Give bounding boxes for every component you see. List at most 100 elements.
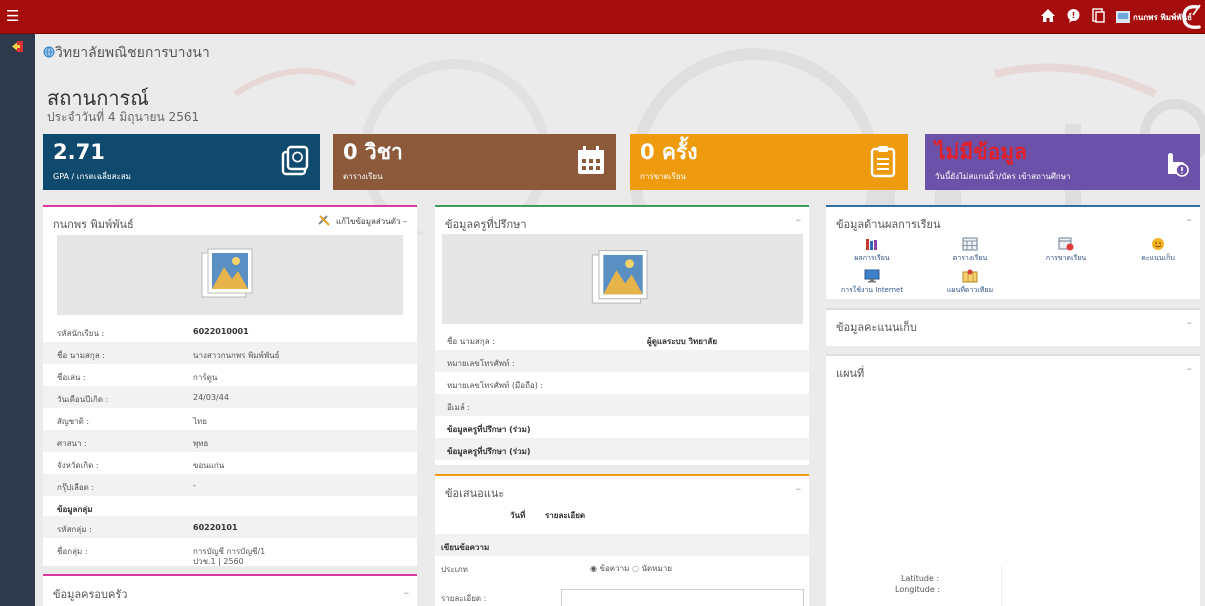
grades-shortcut[interactable]: ผลการเรียน <box>837 237 907 264</box>
study-collapse-button[interactable]: – <box>1187 213 1193 226</box>
student-info-value: 24/03/44 <box>193 393 229 402</box>
timetable-shortcut[interactable]: ตารางเรียน <box>935 237 1005 264</box>
scan-status: ไม่มีข้อมูล <box>935 140 1027 164</box>
absence-label: การขาดเรียน <box>640 172 686 181</box>
student-panel-title: กนกพร พิมพ์พันธ์ <box>53 218 134 231</box>
radio-message-label: ข้อความ <box>599 564 630 573</box>
map-shortcut-label: แผนที่ดาวเทียม <box>946 286 994 294</box>
map-collapse-button[interactable]: – <box>1187 362 1193 375</box>
student-info-value: การ์ตูน <box>193 373 218 382</box>
subject-count: 0 วิชา <box>343 140 403 164</box>
suggestion-panel-title: ข้อเสนอแนะ <box>445 487 505 500</box>
student-photo-area <box>57 235 403 315</box>
student-info-row: กรุ๊ปเลือด : - <box>43 474 417 496</box>
internet-shortcut-label: การใช้งาน Internet <box>840 286 904 294</box>
top-navbar: ☰ ! กนกพร พิมพ์พันธ์ <box>0 0 1205 34</box>
advisor-info-key: อีเมล์ : <box>447 403 470 412</box>
student-info-key: ชื่อเล่น : <box>57 373 86 382</box>
edit-profile-label: แก้ไขข้อมูลส่วนตัว <box>335 217 401 226</box>
column-date: วันที่ <box>510 511 526 520</box>
monitor-icon <box>864 269 880 283</box>
study-panel: ข้อมูลด้านผลการเรียน – ผลการเรียน ตารางเ… <box>826 205 1200 299</box>
absence-calendar-icon <box>1058 237 1074 251</box>
group-info-key: รหัสกลุ่ม : <box>57 525 92 534</box>
advisor-info-key: หมายเลขโทรศัพท์ (มือถือ) : <box>447 381 544 390</box>
scores-panel: ข้อมูลคะแนนเก็บ – <box>826 308 1200 346</box>
student-info-key: รหัสนักเรียน : <box>57 329 105 338</box>
sidebar-toggle-icon[interactable] <box>11 40 24 53</box>
gpa-label: GPA / เกรดเฉลี่ยสะสม <box>53 172 131 181</box>
edit-profile-link[interactable]: แก้ไขข้อมูลส่วนตัว – <box>317 214 407 228</box>
copy-icon[interactable] <box>1092 8 1105 27</box>
student-info-value: ไทย <box>193 417 207 426</box>
student-info-row: รหัสนักเรียน : 6022010001 <box>43 320 417 342</box>
timetable-card[interactable]: 0 วิชา ตารางเรียน <box>333 134 616 190</box>
scores-collapse-button[interactable]: – <box>1187 316 1193 329</box>
family-panel: ข้อมูลครอบครัว – <box>43 574 417 606</box>
advisor-info-value: ผู้ดูแลระบบ วิทยาลัย <box>647 337 718 346</box>
student-info-value: พุทธ <box>193 439 209 448</box>
group-heading: ข้อมูลกลุ่ม <box>57 505 93 514</box>
map-icon <box>962 269 978 283</box>
tools-icon <box>318 215 331 226</box>
group-info-key: ชื่อกลุ่ม : <box>57 547 88 556</box>
family-collapse-button[interactable]: – <box>404 586 410 599</box>
student-info-key: ชื่อ นามสกุล : <box>57 351 105 360</box>
advisor-info-row: อีเมล์ : <box>435 394 809 416</box>
books-icon <box>866 239 877 250</box>
group-info-row: รหัสกลุ่ม : 60220101 <box>43 516 417 538</box>
timetable-icon <box>962 237 978 251</box>
radio-appointment[interactable]: ○ <box>632 564 639 573</box>
student-info-row: ศาสนา : พุทธ <box>43 430 417 452</box>
advisor-info-key: ข้อมูลครูที่ปรึกษา (ร่วม) <box>447 447 531 456</box>
advisor-photo-area <box>442 234 803 324</box>
student-info-row: ชื่อเล่น : การ์ตูน <box>43 364 417 386</box>
student-photo <box>201 248 253 298</box>
grades-shortcut-label: ผลการเรียน <box>854 254 890 262</box>
absence-card[interactable]: 0 ครั้ง การขาดเรียน <box>630 134 908 190</box>
student-info-value: ขอนแก่น <box>193 461 225 470</box>
chevron-down-icon: – <box>403 217 407 226</box>
gpa-card[interactable]: 2.71 GPA / เกรดเฉลี่ยสะสม <box>43 134 320 190</box>
advisor-collapse-button[interactable]: – <box>796 213 802 226</box>
advisor-info-row: หมายเลขโทรศัพท์ (มือถือ) : <box>435 372 809 394</box>
home-icon[interactable] <box>1040 8 1056 27</box>
group-info-value-line2: ปวช.1 | 2560 <box>193 557 244 566</box>
school-name[interactable]: วิทยาลัยพณิชยการบางนา <box>43 42 210 64</box>
radio-message[interactable]: ◉ <box>590 564 597 573</box>
internet-shortcut[interactable]: การใช้งาน Internet <box>837 269 907 296</box>
chat-icon[interactable]: ! <box>1066 8 1081 27</box>
advisor-info-key: ชื่อ นามสกุล : <box>447 337 495 346</box>
group-heading-row: ข้อมูลกลุ่ม <box>43 496 417 518</box>
column-detail: รายละเอียด <box>545 511 586 520</box>
detail-label: รายละเอียด : <box>441 594 487 603</box>
brand-logo[interactable] <box>1180 3 1202 35</box>
timetable-label: ตารางเรียน <box>343 172 383 181</box>
group-info-row: ชื่อกลุ่ม : การบัญชี การบัญชี/1 ปวช.1 | 25… <box>43 538 417 566</box>
absence-shortcut-label: การขาดเรียน <box>1045 254 1087 262</box>
advisor-info-row: หมายเลขโทรศัพท์ : <box>435 350 809 372</box>
suggestion-collapse-button[interactable]: – <box>796 482 802 495</box>
absence-count: 0 ครั้ง <box>640 140 698 164</box>
absence-shortcut[interactable]: การขาดเรียน <box>1031 237 1101 264</box>
user-avatar-icon[interactable] <box>1116 10 1130 27</box>
hamburger-icon[interactable]: ☰ <box>6 9 19 24</box>
longitude-label: Longitude : <box>895 585 941 594</box>
calendar-icon <box>578 146 604 174</box>
latitude-label: Latitude : <box>901 574 940 583</box>
write-message-header: เขียนข้อความ <box>435 534 809 556</box>
suggestion-panel: ข้อเสนอแนะ – วันที่ รายละเอียด เขียนข้อค… <box>435 474 809 606</box>
scores-shortcut[interactable]: คะแนนเก็บ <box>1123 237 1193 264</box>
student-panel: กนกพร พิมพ์พันธ์ แก้ไขข้อมูลส่วนตัว – รห… <box>43 205 417 566</box>
map-shortcut[interactable]: แผนที่ดาวเทียม <box>935 269 1005 296</box>
hand-touch-icon <box>1168 153 1189 177</box>
group-info-value: 60220101 <box>193 523 238 532</box>
detail-textarea[interactable] <box>561 589 804 606</box>
advisor-photo <box>591 250 648 304</box>
advisor-info-row: ชื่อ นามสกุล : ผู้ดูแลระบบ วิทยาลัย <box>435 328 809 350</box>
student-info-value: นางสาวกนกพร พิมพ์พันธ์ <box>193 351 280 360</box>
message-type-options: ◉ ข้อความ ○ นัดหมาย <box>590 562 672 575</box>
advisor-panel: ข้อมูลครูที่ปรึกษา – ชื่อ นามสกุล : ผู้ดู… <box>435 205 809 465</box>
scan-card[interactable]: ไม่มีข้อมูล วันนี้ยังไม่สแกนนิ้ว/บัตร เข… <box>925 134 1200 190</box>
timetable-shortcut-label: ตารางเรียน <box>952 254 988 262</box>
